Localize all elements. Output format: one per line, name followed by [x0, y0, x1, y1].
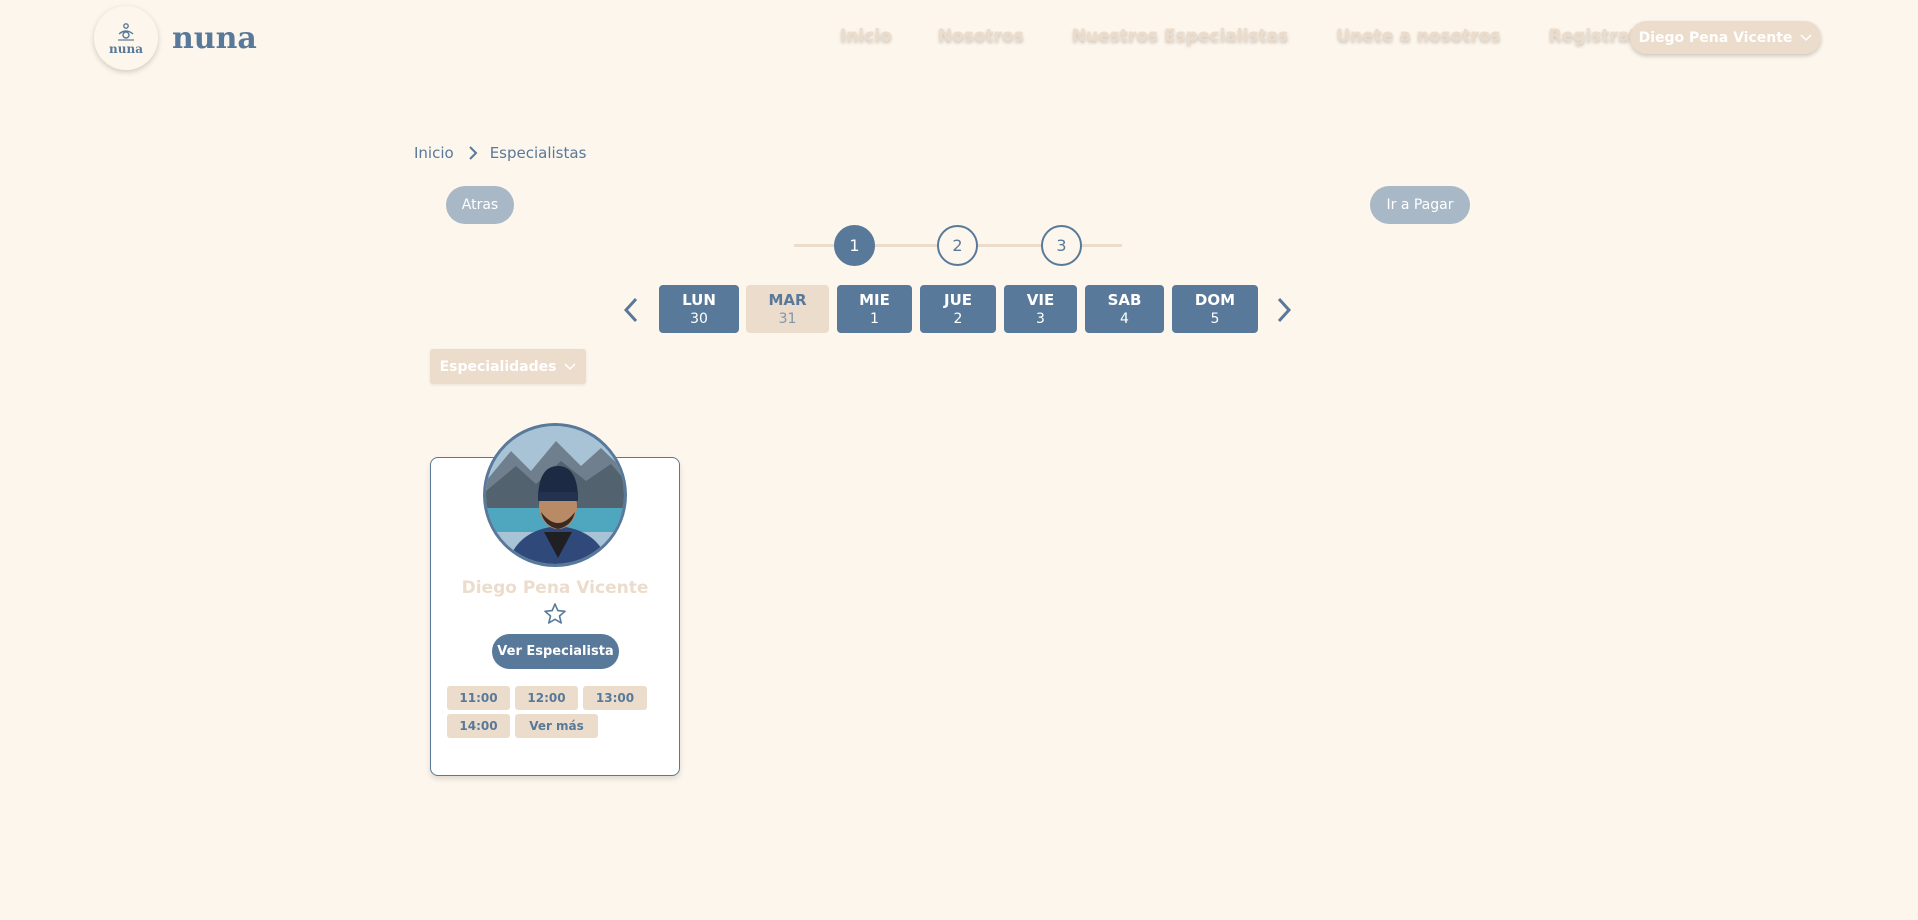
chevron-down-icon [1800, 33, 1812, 41]
day-vie[interactable]: VIE 3 [1004, 285, 1077, 333]
view-specialist-button[interactable]: Ver Especialista [492, 634, 619, 669]
day-number: 2 [953, 310, 963, 327]
time-slot-1400[interactable]: 14:00 [447, 714, 510, 738]
pay-button[interactable]: Ir a Pagar [1370, 186, 1470, 224]
day-number: 1 [870, 310, 879, 327]
breadcrumb: Inicio Especialistas [414, 144, 586, 162]
logo-badge[interactable]: nuna [94, 6, 158, 70]
chevron-down-icon [564, 362, 576, 370]
day-number: 30 [690, 310, 708, 327]
user-menu-label: Diego Pena Vicente [1638, 29, 1793, 46]
day-number: 5 [1210, 310, 1220, 327]
day-mar[interactable]: MAR 31 [746, 285, 829, 333]
day-name: MIE [859, 290, 890, 309]
day-name: DOM [1194, 290, 1236, 309]
breadcrumb-current: Especialistas [489, 144, 587, 162]
time-slot-1200[interactable]: 12:00 [515, 686, 578, 710]
nav-item-especialistas[interactable]: Nuestros Especialistas [1072, 26, 1289, 46]
day-lun[interactable]: LUN 30 [659, 285, 739, 333]
prev-week-arrow-icon[interactable] [623, 296, 639, 324]
main-nav: Inicio Nosotros Nuestros Especialistas U… [840, 26, 1697, 46]
day-number: 3 [1036, 310, 1045, 327]
specialties-label: Especialidades [439, 358, 557, 375]
day-name: SAB [1107, 290, 1142, 309]
day-dom[interactable]: DOM 5 [1172, 285, 1258, 333]
logo-small-text: nuna [109, 42, 143, 56]
logo-mark-icon [118, 23, 134, 41]
day-name: MAR [768, 290, 807, 309]
day-name: VIE [1026, 290, 1055, 309]
nav-item-unete[interactable]: Unete a nosotros [1336, 26, 1500, 46]
step-1: 1 [834, 225, 875, 266]
day-name: LUN [682, 290, 716, 309]
avatar [483, 423, 627, 567]
day-number: 4 [1120, 310, 1129, 327]
day-name: JUE [943, 290, 972, 309]
time-slot-1300[interactable]: 13:00 [583, 686, 647, 710]
day-number: 31 [778, 310, 797, 327]
day-mie[interactable]: MIE 1 [837, 285, 912, 333]
avatar-photo [486, 426, 624, 564]
back-button[interactable]: Atras [446, 186, 514, 224]
day-sab[interactable]: SAB 4 [1085, 285, 1164, 333]
specialist-name: Diego Pena Vicente [461, 578, 649, 598]
brand-name[interactable]: nuna [172, 22, 257, 56]
specialties-dropdown[interactable]: Especialidades [430, 349, 586, 384]
nav-item-inicio[interactable]: Inicio [840, 26, 892, 46]
day-jue[interactable]: JUE 2 [920, 285, 996, 333]
step-2: 2 [937, 225, 978, 266]
time-slot-1100[interactable]: 11:00 [447, 686, 510, 710]
user-menu-button[interactable]: Diego Pena Vicente [1630, 21, 1821, 54]
breadcrumb-home[interactable]: Inicio [414, 144, 454, 162]
nav-item-nosotros[interactable]: Nosotros [938, 26, 1024, 46]
chevron-right-icon [468, 146, 478, 160]
star-icon[interactable] [543, 602, 567, 626]
step-3: 3 [1041, 225, 1082, 266]
see-more-slots-button[interactable]: Ver más [515, 714, 598, 738]
next-week-arrow-icon[interactable] [1276, 296, 1292, 324]
